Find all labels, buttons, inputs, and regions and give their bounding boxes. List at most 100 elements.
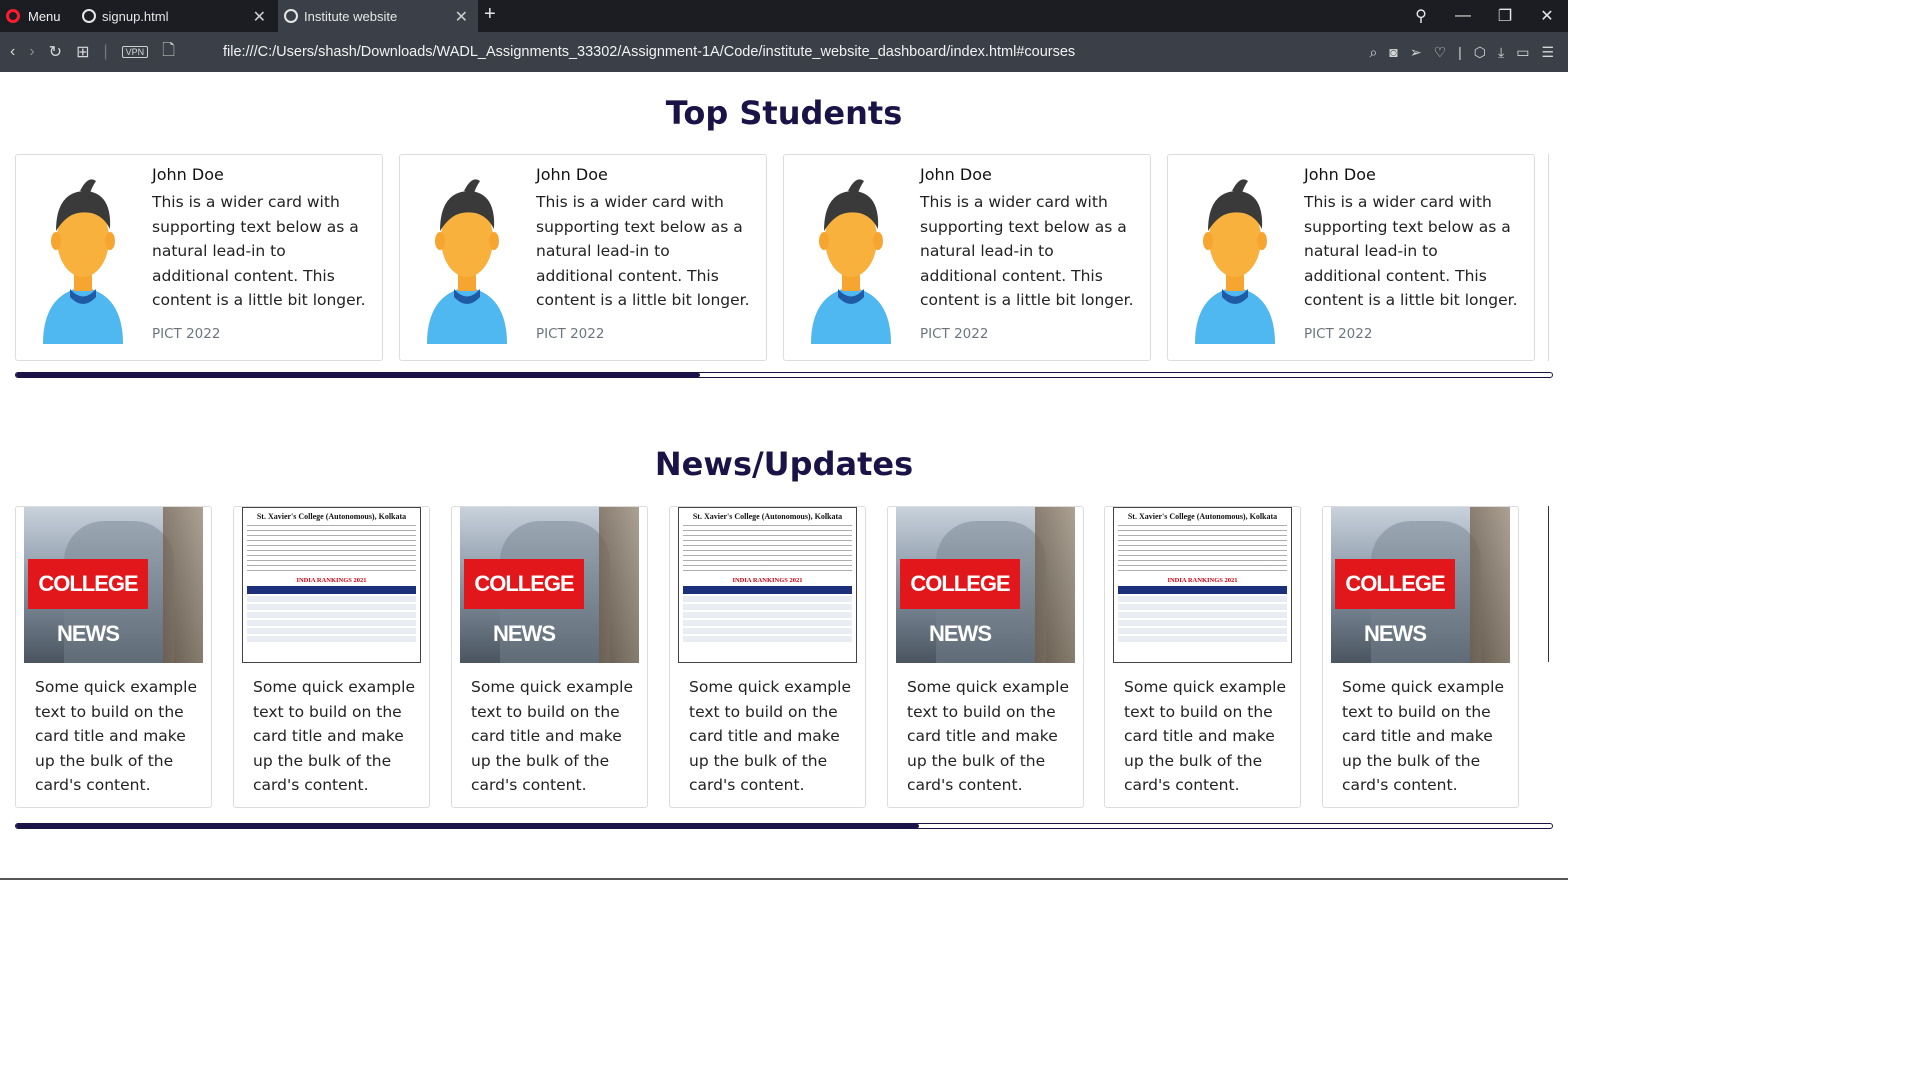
student-footer: PICT 2022 <box>536 325 605 342</box>
heart-icon[interactable]: ♡ <box>1434 44 1447 61</box>
student-description: This is a wider card with supporting tex… <box>536 193 750 309</box>
top-students-heading: Top Students <box>665 94 903 132</box>
forward-icon[interactable]: › <box>29 43 34 61</box>
extensions-icon[interactable]: ⬡ <box>1474 44 1486 61</box>
college-news-banner: COLLEGE NEWS <box>28 559 148 646</box>
college-building-image: COLLEGE NEWS <box>896 507 1075 663</box>
tree-shape <box>1470 507 1510 663</box>
url-field[interactable]: file:///C:/Users/shash/Downloads/WADL_As… <box>223 32 1075 72</box>
globe-icon <box>82 9 96 23</box>
news-scroll-thumb[interactable] <box>16 824 920 828</box>
opera-menu-button[interactable]: Menu <box>6 0 61 32</box>
news-card-text: Some quick example text to build on the … <box>471 678 633 794</box>
news-card-text: Some quick example text to build on the … <box>689 678 851 794</box>
browser-tab-bar: Menu signup.html ✕ Institute website ✕ +… <box>0 0 1568 32</box>
ranking-notice-image: St. Xavier's College (Autonomous), Kolka… <box>1113 507 1292 663</box>
news-card-text: Some quick example text to build on the … <box>1342 678 1504 794</box>
student-avatar-icon <box>811 179 891 344</box>
ranking-notice-subtitle: INDIA RANKINGS 2021 <box>732 577 803 584</box>
student-name: John Doe <box>920 165 992 184</box>
ranking-notice-text <box>1118 525 1287 573</box>
section-divider <box>0 878 1568 880</box>
separator: | <box>1458 44 1462 60</box>
ranking-table-rows <box>683 596 852 642</box>
student-card: John Doe This is a wider card with suppo… <box>399 154 767 361</box>
easy-setup-icon[interactable]: ☰ <box>1541 44 1554 61</box>
college-news-image: COLLEGE NEWS <box>1331 507 1510 663</box>
student-footer: PICT 2022 <box>1304 325 1373 342</box>
ranking-notice-title: St. Xavier's College (Autonomous), Kolka… <box>256 512 407 521</box>
battery-icon[interactable]: ▭ <box>1516 44 1529 61</box>
college-building-image: COLLEGE NEWS <box>1331 507 1510 663</box>
reload-icon[interactable]: ↻ <box>49 42 62 62</box>
page-content: Top Students John Doe This is a wider ca… <box>0 72 1568 882</box>
student-card: John Doe This is a wider card with suppo… <box>783 154 1151 361</box>
send-icon[interactable]: ➢ <box>1410 44 1422 61</box>
back-icon[interactable]: ‹ <box>10 43 15 61</box>
tab-institute-website[interactable]: Institute website ✕ <box>278 0 478 32</box>
minimize-icon[interactable]: — <box>1442 7 1484 25</box>
close-tab-icon[interactable]: ✕ <box>455 7 468 27</box>
camera-icon[interactable]: ◙ <box>1389 44 1397 60</box>
navigation-controls: ‹ › ↻ ⊞ | VPN 🗋 <box>10 32 175 72</box>
college-news-image: COLLEGE NEWS <box>24 507 203 663</box>
college-news-image: COLLEGE NEWS <box>896 507 1075 663</box>
news-card: St. Xavier's College (Autonomous), Kolka… <box>669 506 866 808</box>
student-card: John Doe This is a wider card with suppo… <box>1167 154 1535 361</box>
toolbar-icons: ⌕ ◙ ➢ ♡ | ⬡ ⤓ ▭ ☰ <box>1370 32 1554 72</box>
ranking-table-rows <box>247 596 416 642</box>
college-news-banner: COLLEGE NEWS <box>464 559 584 646</box>
ranking-notice-subtitle: INDIA RANKINGS 2021 <box>1167 577 1238 584</box>
ranking-table-header <box>683 586 852 594</box>
search-tabs-icon[interactable]: ⚲ <box>1400 6 1442 26</box>
student-avatar-icon <box>427 179 507 344</box>
ranking-table-rows <box>1118 596 1287 642</box>
student-footer: PICT 2022 <box>920 325 989 342</box>
new-tab-button[interactable]: + <box>484 3 496 26</box>
ranking-notice-subtitle: INDIA RANKINGS 2021 <box>296 577 367 584</box>
ranking-notice-title: St. Xavier's College (Autonomous), Kolka… <box>1127 512 1278 521</box>
student-name: John Doe <box>536 165 608 184</box>
ranking-notice-image: St. Xavier's College (Autonomous), Kolka… <box>242 507 421 663</box>
tree-shape <box>1035 507 1075 663</box>
news-heading: News/Updates <box>654 445 914 483</box>
news-scrollbar[interactable] <box>15 823 1553 829</box>
student-card-partial <box>1548 154 1568 361</box>
tree-shape <box>163 507 203 663</box>
speed-dial-icon[interactable]: ⊞ <box>76 42 89 62</box>
news-card: St. Xavier's College (Autonomous), Kolka… <box>1104 506 1301 808</box>
opera-logo-icon <box>6 9 20 23</box>
news-card-text: Some quick example text to build on the … <box>1124 678 1286 794</box>
close-tab-icon[interactable]: ✕ <box>253 7 266 27</box>
ranking-table-header <box>1118 586 1287 594</box>
search-page-icon[interactable]: ⌕ <box>1370 44 1378 61</box>
globe-icon <box>284 9 298 23</box>
student-name: John Doe <box>152 165 224 184</box>
menu-label: Menu <box>28 8 61 24</box>
ranking-notice-image: St. Xavier's College (Autonomous), Kolka… <box>678 507 857 663</box>
college-news-image: COLLEGE NEWS <box>460 507 639 663</box>
news-card-text: Some quick example text to build on the … <box>253 678 415 794</box>
news-card: COLLEGE NEWS Some quick example text to b… <box>15 506 212 808</box>
student-name: John Doe <box>1304 165 1376 184</box>
student-description: This is a wider card with supporting tex… <box>920 193 1134 309</box>
student-footer: PICT 2022 <box>152 325 221 342</box>
close-window-icon[interactable]: ✕ <box>1526 6 1568 26</box>
ranking-notice-text <box>247 525 416 573</box>
ranking-notice-title: St. Xavier's College (Autonomous), Kolka… <box>692 512 843 521</box>
students-scroll-thumb[interactable] <box>16 373 700 377</box>
download-icon[interactable]: ⤓ <box>1498 44 1504 61</box>
students-scrollbar[interactable] <box>15 372 1553 378</box>
ranking-notice-text <box>683 525 852 573</box>
restore-icon[interactable]: ❐ <box>1484 6 1526 26</box>
student-card: John Doe This is a wider card with suppo… <box>15 154 383 361</box>
ranking-notice: St. Xavier's College (Autonomous), Kolka… <box>678 507 857 663</box>
college-building-image: COLLEGE NEWS <box>460 507 639 663</box>
news-card-text: Some quick example text to build on the … <box>35 678 197 794</box>
tab-title: signup.html <box>102 8 169 24</box>
college-news-banner: COLLEGE NEWS <box>1335 559 1455 646</box>
window-controls: ⚲ — ❐ ✕ <box>1400 0 1568 32</box>
vpn-badge[interactable]: VPN <box>121 46 149 58</box>
news-card: COLLEGE NEWS Some quick example text to b… <box>887 506 1084 808</box>
tab-signup[interactable]: signup.html ✕ <box>76 0 276 32</box>
